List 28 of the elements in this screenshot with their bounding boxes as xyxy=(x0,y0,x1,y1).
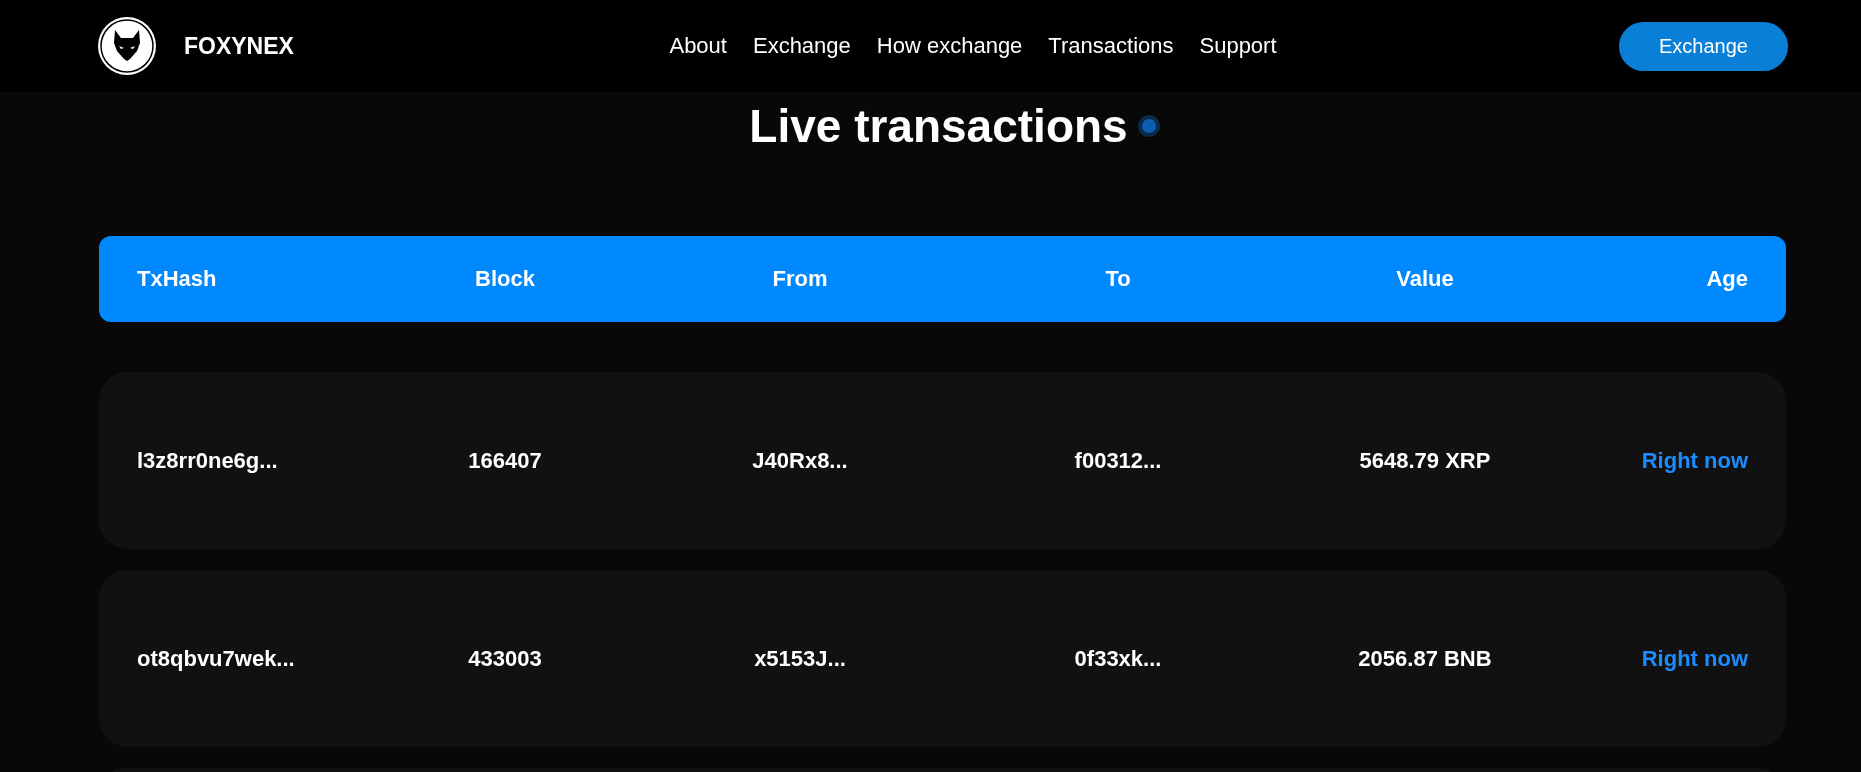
table-cell-text: 5648.79 XRP xyxy=(1358,447,1492,474)
table-cell-text: ot8qbvu7wek... xyxy=(137,645,296,672)
column-header: Value xyxy=(1395,266,1455,292)
nav-link[interactable]: Transactions xyxy=(1048,33,1174,59)
section-title: Live transactions xyxy=(749,103,1128,149)
table-cell-text: f00312... xyxy=(1073,447,1163,474)
table-cell-text: J40Rx8... xyxy=(751,447,849,474)
table-cell-text: l3z8rr0ne6g... xyxy=(137,447,279,474)
live-indicator-icon xyxy=(1141,119,1156,133)
table-cell-text: Right now xyxy=(1640,645,1748,672)
column-header: From xyxy=(771,266,829,292)
nav-link[interactable]: How exchange xyxy=(876,33,1023,59)
column-header: To xyxy=(1104,266,1132,292)
nav-link[interactable]: Exchange xyxy=(752,33,851,59)
table-cell-text: 0f33xk... xyxy=(1073,645,1163,672)
nav-link[interactable]: Support xyxy=(1199,33,1277,59)
nav-link[interactable]: About xyxy=(669,33,727,59)
table-cell-text: x5153J... xyxy=(753,645,847,672)
table-cell-text: 433003 xyxy=(467,645,543,672)
column-header: Block xyxy=(474,266,536,292)
brand-name: FOXYNEX xyxy=(184,32,294,60)
column-header: Age xyxy=(1705,266,1748,292)
fox-logo-icon[interactable] xyxy=(97,16,157,76)
table-cell-text: 166407 xyxy=(467,447,543,474)
column-header: TxHash xyxy=(137,266,218,292)
table-cell-text: 2056.87 BNB xyxy=(1357,645,1493,672)
table-cell-text: Right now xyxy=(1640,447,1748,474)
exchange-button[interactable]: Exchange xyxy=(1619,21,1788,71)
